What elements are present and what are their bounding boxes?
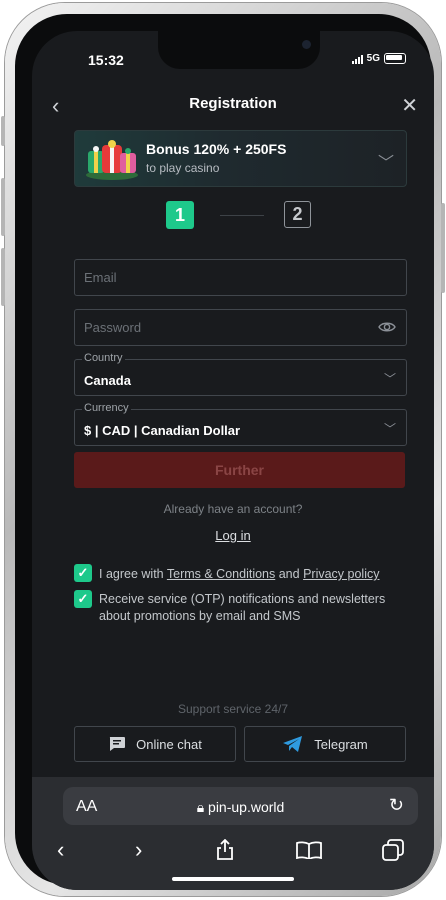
status-indicators: 5G: [351, 53, 406, 64]
chevron-down-icon: ﹀: [383, 422, 396, 436]
step-2: 2: [284, 201, 311, 228]
login-link[interactable]: Log in: [215, 528, 250, 543]
email-field[interactable]: Email: [74, 259, 407, 296]
terms-prefix: I agree with: [99, 567, 167, 581]
page-title: Registration: [189, 95, 277, 112]
already-have-account-text: Already have an account?: [163, 502, 303, 516]
chat-icon: [109, 737, 126, 751]
step-connector: [220, 215, 264, 216]
gift-boxes-icon: [86, 140, 138, 180]
login-link-wrapper: Log in: [32, 528, 434, 543]
url-domain: pin-up.world: [208, 799, 285, 815]
support-title: Support service 24/7: [177, 702, 289, 716]
status-time: 15:32: [88, 52, 124, 68]
header: ‹ Registration ✕: [32, 91, 434, 121]
network-label: 5G: [366, 53, 380, 64]
terms-text: I agree with Terms & Conditions and Priv…: [99, 566, 399, 583]
step-indicator: 1 2: [32, 201, 434, 231]
browser-toolbar: ‹ ›: [32, 837, 434, 867]
phone-bezel: 15:32 5G ‹ Registration ✕ Bonus 120% + 2…: [15, 14, 434, 890]
power-button: [441, 203, 445, 293]
notifications-text: Receive service (OTP) notifications and …: [99, 592, 386, 623]
country-value: Canada: [84, 373, 131, 388]
terms-and: and: [275, 567, 304, 581]
telegram-label: Telegram: [314, 736, 368, 752]
telegram-button[interactable]: Telegram: [244, 726, 406, 762]
battery-icon: [384, 53, 406, 64]
reload-icon[interactable]: ↻: [389, 795, 404, 816]
bonus-subtitle: to play casino: [146, 161, 220, 175]
bonus-title: Bonus 120% + 250FS: [146, 141, 287, 157]
privacy-link[interactable]: Privacy policy: [303, 567, 379, 581]
url-text: 🔒︎ pin-up.world: [63, 799, 418, 816]
country-label: Country: [82, 352, 125, 364]
bookmarks-icon[interactable]: [296, 841, 322, 859]
chevron-down-icon[interactable]: ﹀: [378, 149, 394, 173]
password-field[interactable]: Password: [74, 309, 407, 346]
chevron-down-icon: ﹀: [383, 372, 396, 386]
home-indicator[interactable]: [172, 877, 294, 881]
mute-switch: [1, 116, 5, 146]
signal-icon: [351, 54, 363, 64]
browser-bar: AA 🔒︎ pin-up.world ↻ ‹ ›: [32, 777, 434, 890]
screen: 15:32 5G ‹ Registration ✕ Bonus 120% + 2…: [32, 31, 434, 890]
currency-label: Currency: [82, 402, 131, 414]
notifications-checkbox[interactable]: ✓: [74, 590, 92, 608]
step-1: 1: [166, 201, 194, 229]
telegram-icon: [283, 736, 303, 752]
bonus-banner[interactable]: Bonus 120% + 250FS to play casino ﹀: [74, 130, 407, 187]
password-placeholder: Password: [84, 320, 142, 335]
email-placeholder: Email: [84, 270, 117, 285]
back-icon[interactable]: ‹: [57, 837, 64, 863]
currency-value: $ | CAD | Canadian Dollar: [84, 423, 241, 438]
tabs-icon[interactable]: [382, 839, 404, 861]
eye-icon[interactable]: [378, 320, 396, 334]
share-icon[interactable]: [215, 839, 235, 861]
online-chat-button[interactable]: Online chat: [74, 726, 236, 762]
lock-icon: 🔒︎: [196, 799, 205, 815]
currency-select[interactable]: Currency $ | CAD | Canadian Dollar ﹀: [74, 402, 407, 446]
volume-up-button: [1, 178, 5, 236]
online-chat-label: Online chat: [136, 736, 202, 752]
url-bar[interactable]: AA 🔒︎ pin-up.world ↻: [63, 787, 418, 825]
terms-checkbox[interactable]: ✓: [74, 564, 92, 582]
country-select[interactable]: Country Canada ﹀: [74, 352, 407, 396]
volume-down-button: [1, 248, 5, 306]
further-button[interactable]: Further: [74, 452, 405, 488]
notch: [158, 31, 320, 69]
terms-link[interactable]: Terms & Conditions: [167, 567, 275, 581]
camera: [302, 40, 311, 49]
phone-frame: 15:32 5G ‹ Registration ✕ Bonus 120% + 2…: [1, 3, 445, 896]
forward-icon[interactable]: ›: [135, 837, 142, 863]
close-icon[interactable]: ✕: [401, 93, 418, 118]
